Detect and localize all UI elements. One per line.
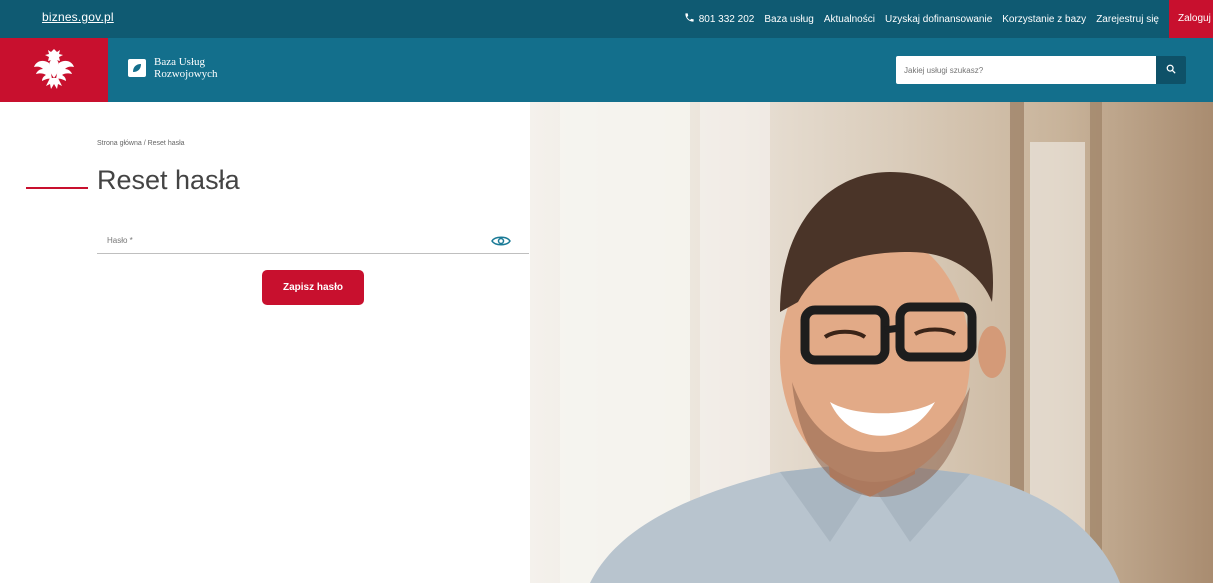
brand-line-2: Rozwojowych: [154, 68, 218, 80]
phone-icon: [684, 12, 699, 26]
page-title: Reset hasła: [97, 165, 240, 195]
nav-zarejestruj-sie[interactable]: Zarejestruj się: [1096, 14, 1159, 25]
search-box: [896, 56, 1156, 84]
biznes-gov-link[interactable]: biznes.gov.pl: [42, 10, 114, 24]
phone-contact[interactable]: 801 332 202: [684, 12, 755, 26]
brand-name: Baza Usług Rozwojowych: [154, 56, 218, 80]
top-nav: 801 332 202 Baza usług Aktualności Uzysk…: [684, 0, 1213, 38]
brand-logo[interactable]: Baza Usług Rozwojowych: [128, 56, 218, 80]
nav-aktualnosci[interactable]: Aktualności: [824, 14, 875, 25]
password-label: Hasło *: [107, 236, 133, 245]
brand-line-1: Baza Usług: [154, 56, 206, 68]
top-bar: biznes.gov.pl 801 332 202 Baza usług Akt…: [0, 0, 1213, 38]
nav-korzystanie-z-bazy[interactable]: Korzystanie z bazy: [1002, 14, 1086, 25]
save-password-button[interactable]: Zapisz hasło: [262, 270, 364, 305]
leaf-logo-icon: [128, 59, 146, 77]
search-icon: [1166, 61, 1176, 79]
nav-uzyskaj-dofinansowanie[interactable]: Uzyskaj dofinansowanie: [885, 14, 992, 25]
phone-number: 801 332 202: [698, 13, 755, 25]
search-button[interactable]: [1156, 56, 1186, 84]
login-button[interactable]: Zaloguj: [1169, 0, 1213, 38]
eagle-emblem-icon[interactable]: [0, 38, 108, 102]
nav-baza-uslug[interactable]: Baza usług: [764, 14, 813, 25]
password-field[interactable]: Hasło *: [97, 226, 529, 254]
title-accent-line: [26, 187, 88, 189]
hero-photo: [530, 102, 1213, 583]
smiling-man-illustration: [590, 172, 1120, 583]
eye-icon[interactable]: [491, 234, 511, 252]
breadcrumb[interactable]: Strona główna / Reset hasła: [97, 140, 185, 147]
search-input[interactable]: [896, 56, 1156, 84]
main-header: Baza Usług Rozwojowych: [0, 38, 1213, 102]
